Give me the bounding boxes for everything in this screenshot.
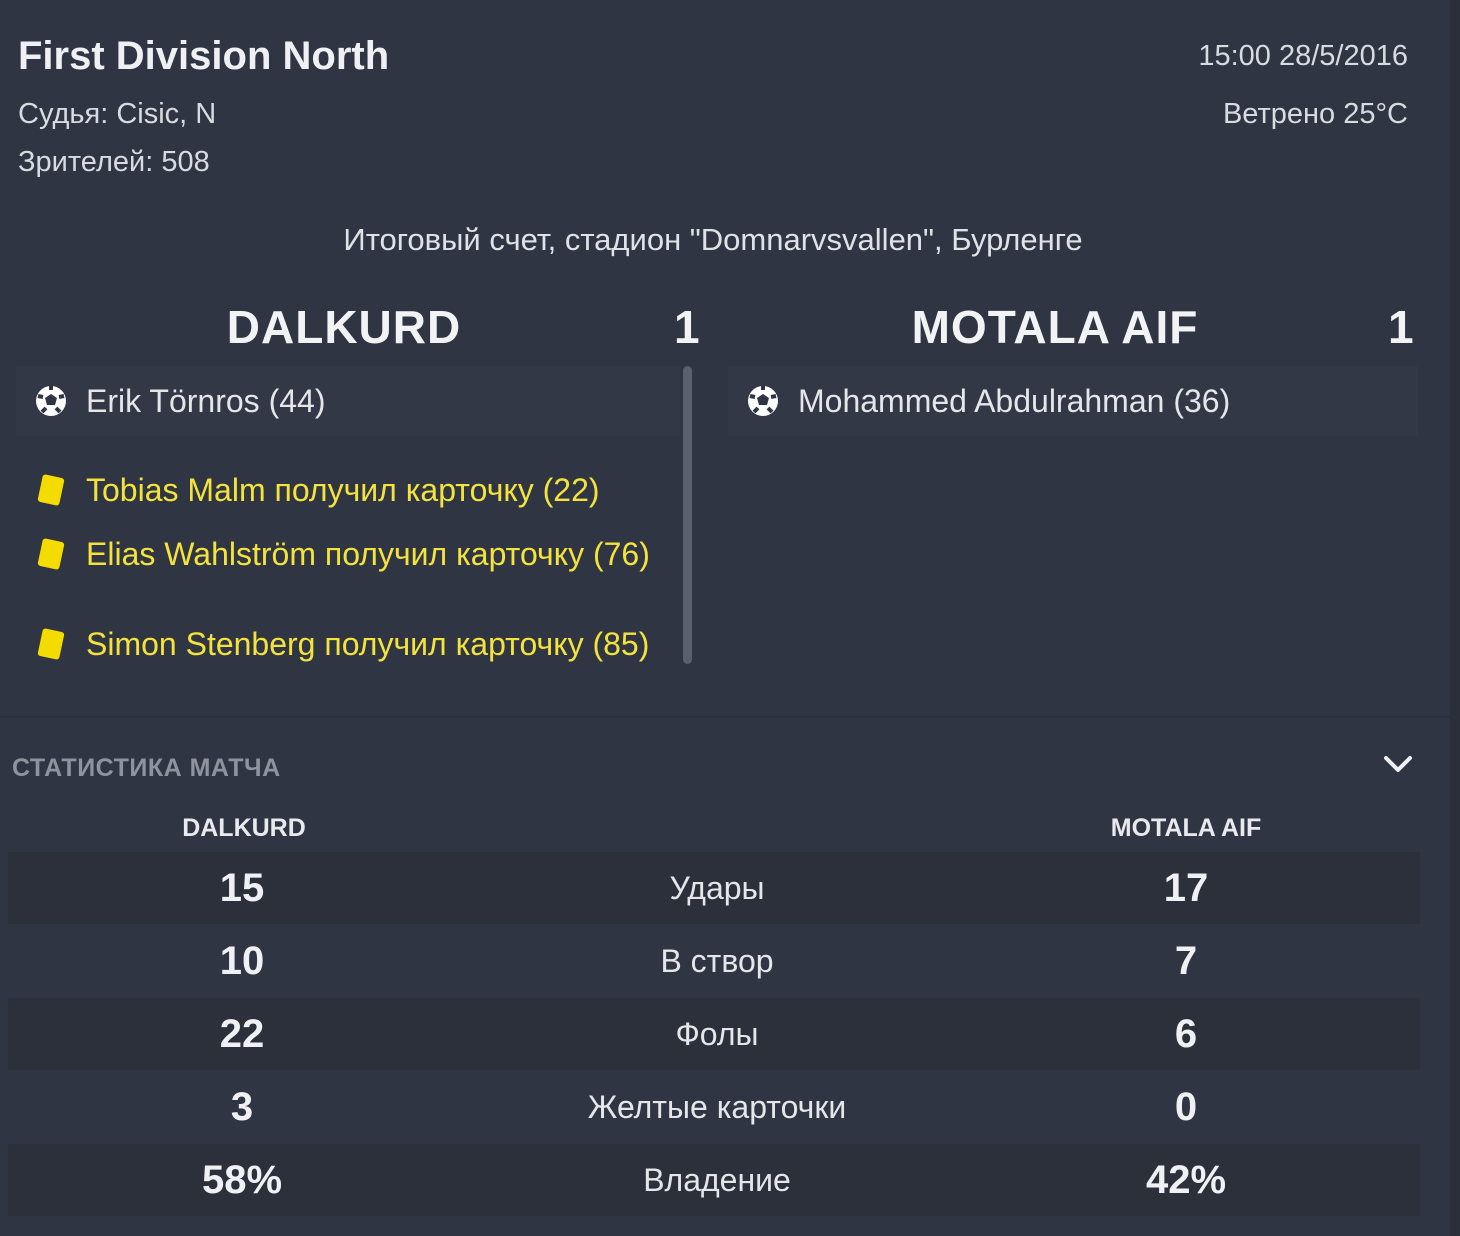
events-scrollbar[interactable] [683,366,692,664]
stat-away-value: 0 [1174,1084,1198,1129]
section-divider [0,716,1460,718]
football-icon [728,384,798,418]
event-row-yellow-card: Elias Wahlström получил карточку (76) [16,530,680,578]
stat-away-value: 17 [1163,865,1209,910]
attendance-label: Зрителей: 508 [18,146,210,178]
stat-home-value: 3 [230,1084,254,1129]
stat-row-yellow-cards: 3 Желтые карточки 0 [8,1071,1420,1143]
weather-label: Ветрено 25°C [1222,98,1408,130]
stat-row-on-target: 10 В створ 7 [8,925,1420,997]
venue-label: Итоговый счет, стадион "Domnarvsvallen",… [343,222,1083,257]
event-text: Simon Stenberg получил карточку (85) [86,626,650,662]
event-text: Elias Wahlström получил карточку (76) [86,536,650,572]
home-events-list[interactable]: Erik Törnros (44) Tobias Malm получил ка… [16,366,680,686]
stat-label: Удары [669,869,765,906]
stats-away-header: MOTALA AIF [1110,814,1262,842]
stat-label: Желтые карточки [587,1088,847,1125]
yellow-card-icon [16,474,86,506]
event-row-goal: Erik Törnros (44) [16,366,680,436]
right-edge [1450,0,1460,1236]
stat-row-possession: 58% Владение 42% [8,1144,1420,1216]
stat-row-fouls: 22 Фолы 6 [8,998,1420,1070]
away-events-list[interactable]: Mohammed Abdulrahman (36) [728,366,1418,440]
home-team-score: 1 [674,301,700,353]
stats-home-header: DALKURD [182,814,306,842]
yellow-card-icon [16,538,86,570]
event-row-yellow-card: Tobias Malm получил карточку (22) [16,466,680,514]
away-team-name[interactable]: MOTALA AIF [880,300,1230,354]
competition-title: First Division North [18,34,390,78]
stat-away-value: 42% [1145,1157,1227,1202]
stat-home-value: 58% [201,1157,283,1202]
stat-home-value: 15 [219,865,265,910]
stat-away-value: 7 [1174,938,1198,983]
away-team-score: 1 [1388,301,1414,353]
stat-label: Владение [643,1161,791,1198]
match-datetime: 15:00 28/5/2016 [1198,40,1408,72]
match-stats-title: СТАТИСТИКА МАТЧА [12,754,281,782]
stat-home-value: 10 [219,938,265,983]
stat-home-value: 22 [219,1011,265,1056]
home-team-name[interactable]: DALKURD [194,300,494,354]
stat-away-value: 6 [1174,1011,1198,1056]
event-row-yellow-card: Simon Stenberg получил карточку (85) [16,620,680,668]
event-text: Erik Törnros (44) [86,383,326,419]
chevron-down-icon[interactable] [1380,746,1416,782]
football-icon [16,384,86,418]
stat-label: Фолы [675,1015,759,1052]
event-text: Tobias Malm получил карточку (22) [86,472,600,508]
stat-row-shots: 15 Удары 17 [8,852,1420,924]
event-row-goal: Mohammed Abdulrahman (36) [728,366,1418,436]
yellow-card-icon [16,628,86,660]
event-text: Mohammed Abdulrahman (36) [798,383,1231,419]
stat-label: В створ [660,942,774,979]
referee-label: Судья: Cisic, N [18,98,217,130]
